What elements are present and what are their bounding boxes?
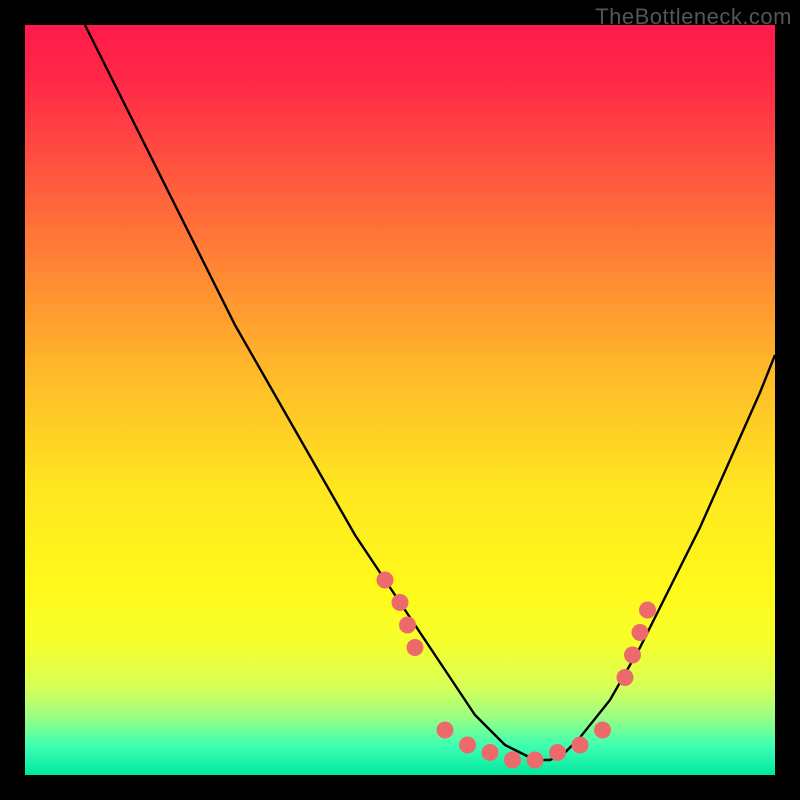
marker-dot	[504, 752, 521, 769]
marker-dot	[437, 722, 454, 739]
bottleneck-curve	[85, 25, 775, 760]
marker-dot	[624, 647, 641, 664]
marker-dot	[639, 602, 656, 619]
marker-dot	[549, 744, 566, 761]
marker-dot	[594, 722, 611, 739]
bottleneck-plot-svg	[25, 25, 775, 775]
chart-area	[25, 25, 775, 775]
marker-dot	[399, 617, 416, 634]
marker-dot	[572, 737, 589, 754]
marker-dots-group	[377, 572, 657, 769]
marker-dot	[392, 594, 409, 611]
marker-dot	[527, 752, 544, 769]
marker-dot	[482, 744, 499, 761]
marker-dot	[377, 572, 394, 589]
marker-dot	[617, 669, 634, 686]
marker-dot	[632, 624, 649, 641]
marker-dot	[459, 737, 476, 754]
marker-dot	[407, 639, 424, 656]
